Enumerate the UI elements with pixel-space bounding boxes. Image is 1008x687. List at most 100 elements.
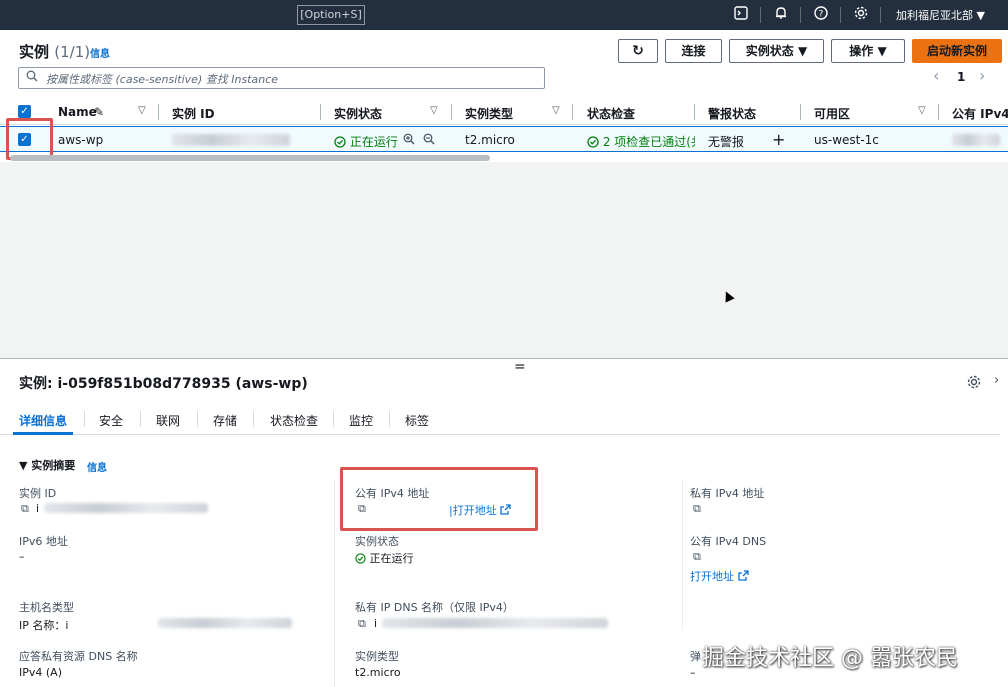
copy-icon[interactable]: ⧉ [693,550,701,564]
tab-networking[interactable]: 联网 [156,412,180,429]
refresh-button[interactable]: ↻ [618,39,658,63]
column-instance-id[interactable]: 实例 ID [172,105,215,122]
open-address-link-2[interactable]: 打开地址 [690,568,749,584]
notifications-icon[interactable] [772,6,790,24]
row-name[interactable]: aws-wp [58,133,103,147]
split-divider[interactable] [0,358,1008,359]
search-input[interactable]: 按属性或标签 (case-sensitive) 查找 Instance [18,67,545,89]
ipv6-value: – [19,550,25,563]
tab-monitoring[interactable]: 监控 [349,412,373,429]
row-status-check-text[interactable]: 2 项检查已通过(共 [603,135,695,149]
elastic-ip-value: – [690,666,696,679]
nav-separator [880,7,881,23]
redacted-instance-id [44,503,208,513]
column-alarm-status[interactable]: 警报状态 [708,105,756,122]
tab-divider [389,411,390,427]
zoom-out-icon[interactable] [423,133,435,148]
redacted-public-ip [952,134,1000,146]
column-name[interactable]: Name [58,105,97,119]
prev-page-button[interactable]: ‹ [933,66,939,85]
connect-button[interactable]: 连接 [665,39,722,63]
info-link[interactable]: 信息 [90,45,110,60]
svg-text:?: ? [819,10,824,20]
copy-icon[interactable]: ⧉ [693,502,701,516]
instance-id-label: 实例 ID [19,487,57,500]
horizontal-scrollbar[interactable] [10,155,490,161]
instance-state-value: 正在运行 [355,550,414,566]
row-status-check: 2 项检查已通过(共 [587,133,695,150]
nav-separator [760,7,761,23]
close-icon[interactable]: › [994,373,999,388]
edit-icon[interactable]: ✎ [94,105,104,119]
current-page[interactable]: 1 [957,70,965,84]
add-alarm-icon[interactable]: + [772,130,785,149]
table-header: ✓ Name ✎ ▽ 实例 ID 实例状态 ▽ 实例类型 ▽ 状态检查 警报状态… [0,99,1008,125]
page-title: 实例 (1/1) [19,41,90,62]
help-icon[interactable]: ? [812,6,830,24]
column-divider [158,104,159,120]
top-navigation: [Option+S] ? 加利福尼亚北部 ▼ [0,0,1008,30]
actions-button[interactable]: 操作 ▼ [831,39,905,63]
active-tab-indicator [13,432,73,435]
instance-count: (1/1) [54,43,91,61]
zoom-in-icon[interactable] [403,133,415,148]
nav-separator [800,7,801,23]
column-divider [682,480,683,630]
tab-status-checks[interactable]: 状态检查 [270,412,318,429]
instance-state-label: 实例状态 [355,535,399,548]
column-availability-zone[interactable]: 可用区 [814,105,850,122]
empty-table-area [0,162,1008,358]
sort-icon[interactable]: ▽ [552,105,560,116]
sort-icon[interactable]: ▽ [138,105,146,116]
drag-handle[interactable]: = [514,359,526,375]
column-status-check[interactable]: 状态检查 [587,105,635,122]
sort-icon[interactable]: ▽ [918,105,926,116]
tab-details[interactable]: 详细信息 [19,412,67,429]
tab-divider [84,411,85,427]
tab-security[interactable]: 安全 [99,412,123,429]
search-icon [26,70,38,85]
settings-icon[interactable] [852,6,870,24]
search-shortcut[interactable]: [Option+S] [297,5,365,25]
select-all-checkbox[interactable]: ✓ [18,105,31,118]
launch-instance-button[interactable]: 启动新实例 [912,39,1002,63]
public-dns-label: 公有 IPv4 DNS [690,535,767,548]
private-ipv4-label: 私有 IPv4 地址 [690,487,765,500]
private-dns-label: 私有 IP DNS 名称（仅限 IPv4） [355,601,514,614]
private-dns-value: i [374,617,378,630]
section-info-link[interactable]: 信息 [87,459,107,474]
column-instance-state[interactable]: 实例状态 [334,105,382,122]
redacted-hostname [158,618,292,628]
copy-icon[interactable]: ⧉ [21,502,29,516]
column-divider [800,104,801,120]
row-state-text: 正在运行 [349,135,398,149]
column-instance-type[interactable]: 实例类型 [465,105,513,122]
column-divider [572,104,573,120]
column-divider [320,104,321,120]
sort-icon[interactable]: ▽ [430,105,438,116]
row-type: t2.micro [465,133,515,147]
row-az: us-west-1c [814,133,879,147]
instance-type-value: t2.micro [355,666,401,679]
settings-icon[interactable] [967,375,981,392]
cloudshell-icon[interactable] [732,6,750,24]
next-page-button[interactable]: › [979,66,985,85]
tab-storage[interactable]: 存储 [213,412,237,429]
region-selector[interactable]: 加利福尼亚北部 ▼ [896,7,985,23]
external-link-icon [737,570,749,583]
instance-id-value: i [36,502,40,515]
column-divider [694,104,695,120]
section-title[interactable]: ▼ 实例摘要 [19,457,75,473]
column-public-ipv4[interactable]: 公有 IPv4 [952,105,1008,122]
table-row[interactable]: ✓ aws-wp 正在运行 t2.micro 2 项检查已通过(共 无警报 + … [0,126,1008,152]
tab-tags[interactable]: 标签 [405,412,429,429]
highlight-checkbox-box [6,118,53,160]
copy-icon[interactable]: ⧉ [358,617,366,631]
open-address-text-2[interactable]: 打开地址 [690,570,734,583]
instance-state-button[interactable]: 实例状态 ▼ [729,39,824,63]
hostname-type-value: IP 名称：i [19,619,69,632]
hostname-type-label: 主机名类型 [19,601,74,614]
answer-dns-label: 应答私有资源 DNS 名称 [19,650,138,663]
page-title-text: 实例 [19,43,50,61]
success-icon [587,135,603,149]
